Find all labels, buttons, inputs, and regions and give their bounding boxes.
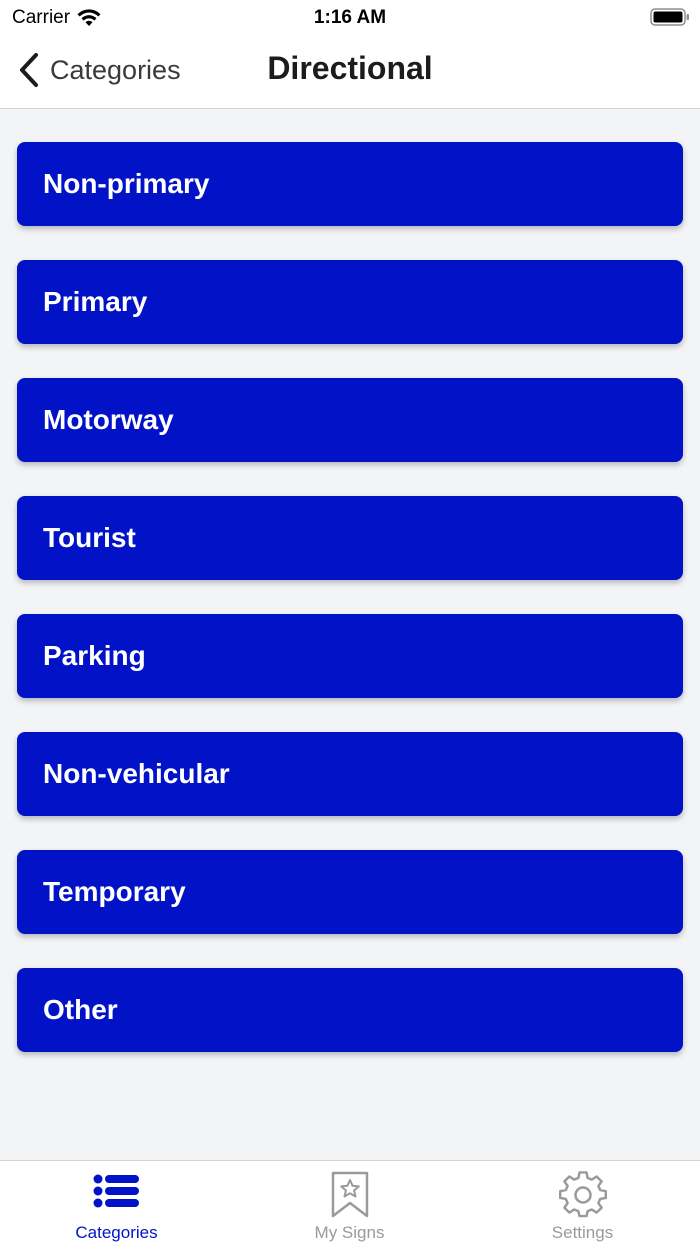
category-item-non-primary[interactable]: Non-primary	[17, 142, 683, 226]
tab-my-signs[interactable]: My Signs	[233, 1161, 466, 1245]
category-item-primary[interactable]: Primary	[17, 260, 683, 344]
status-time: 1:16 AM	[313, 7, 387, 28]
list-icon	[93, 1174, 139, 1208]
category-item-other[interactable]: Other	[17, 968, 683, 1052]
tab-label: My Signs	[314, 1223, 385, 1242]
category-label: Parking	[43, 640, 146, 671]
page-title: Directional	[267, 50, 433, 86]
tab-categories[interactable]: Categories	[0, 1161, 233, 1245]
category-label: Non-vehicular	[43, 758, 230, 789]
category-item-non-vehicular[interactable]: Non-vehicular	[17, 732, 683, 816]
navigation-bar: Categories Directional	[0, 34, 700, 109]
category-label: Tourist	[43, 522, 136, 553]
category-label: Non-primary	[43, 168, 210, 199]
category-label: Motorway	[43, 404, 174, 435]
status-bar: Carrier 1:16 AM	[0, 0, 700, 34]
category-label: Primary	[43, 286, 148, 317]
tab-settings[interactable]: Settings	[466, 1161, 699, 1245]
tab-label: Categories	[75, 1223, 158, 1242]
gear-icon	[558, 1171, 607, 1218]
category-item-motorway[interactable]: Motorway	[17, 378, 683, 462]
battery-icon	[650, 8, 689, 26]
tab-label: Settings	[551, 1223, 614, 1242]
category-label: Other	[43, 994, 118, 1025]
tab-bar: Categories My Signs Settings	[0, 1160, 700, 1245]
category-item-temporary[interactable]: Temporary	[17, 850, 683, 934]
category-item-parking[interactable]: Parking	[17, 614, 683, 698]
category-label: Temporary	[43, 876, 186, 907]
bookmark-star-icon	[331, 1171, 368, 1218]
category-item-tourist[interactable]: Tourist	[17, 496, 683, 580]
category-list: Non-primary Primary Motorway Tourist Par…	[17, 142, 683, 1086]
